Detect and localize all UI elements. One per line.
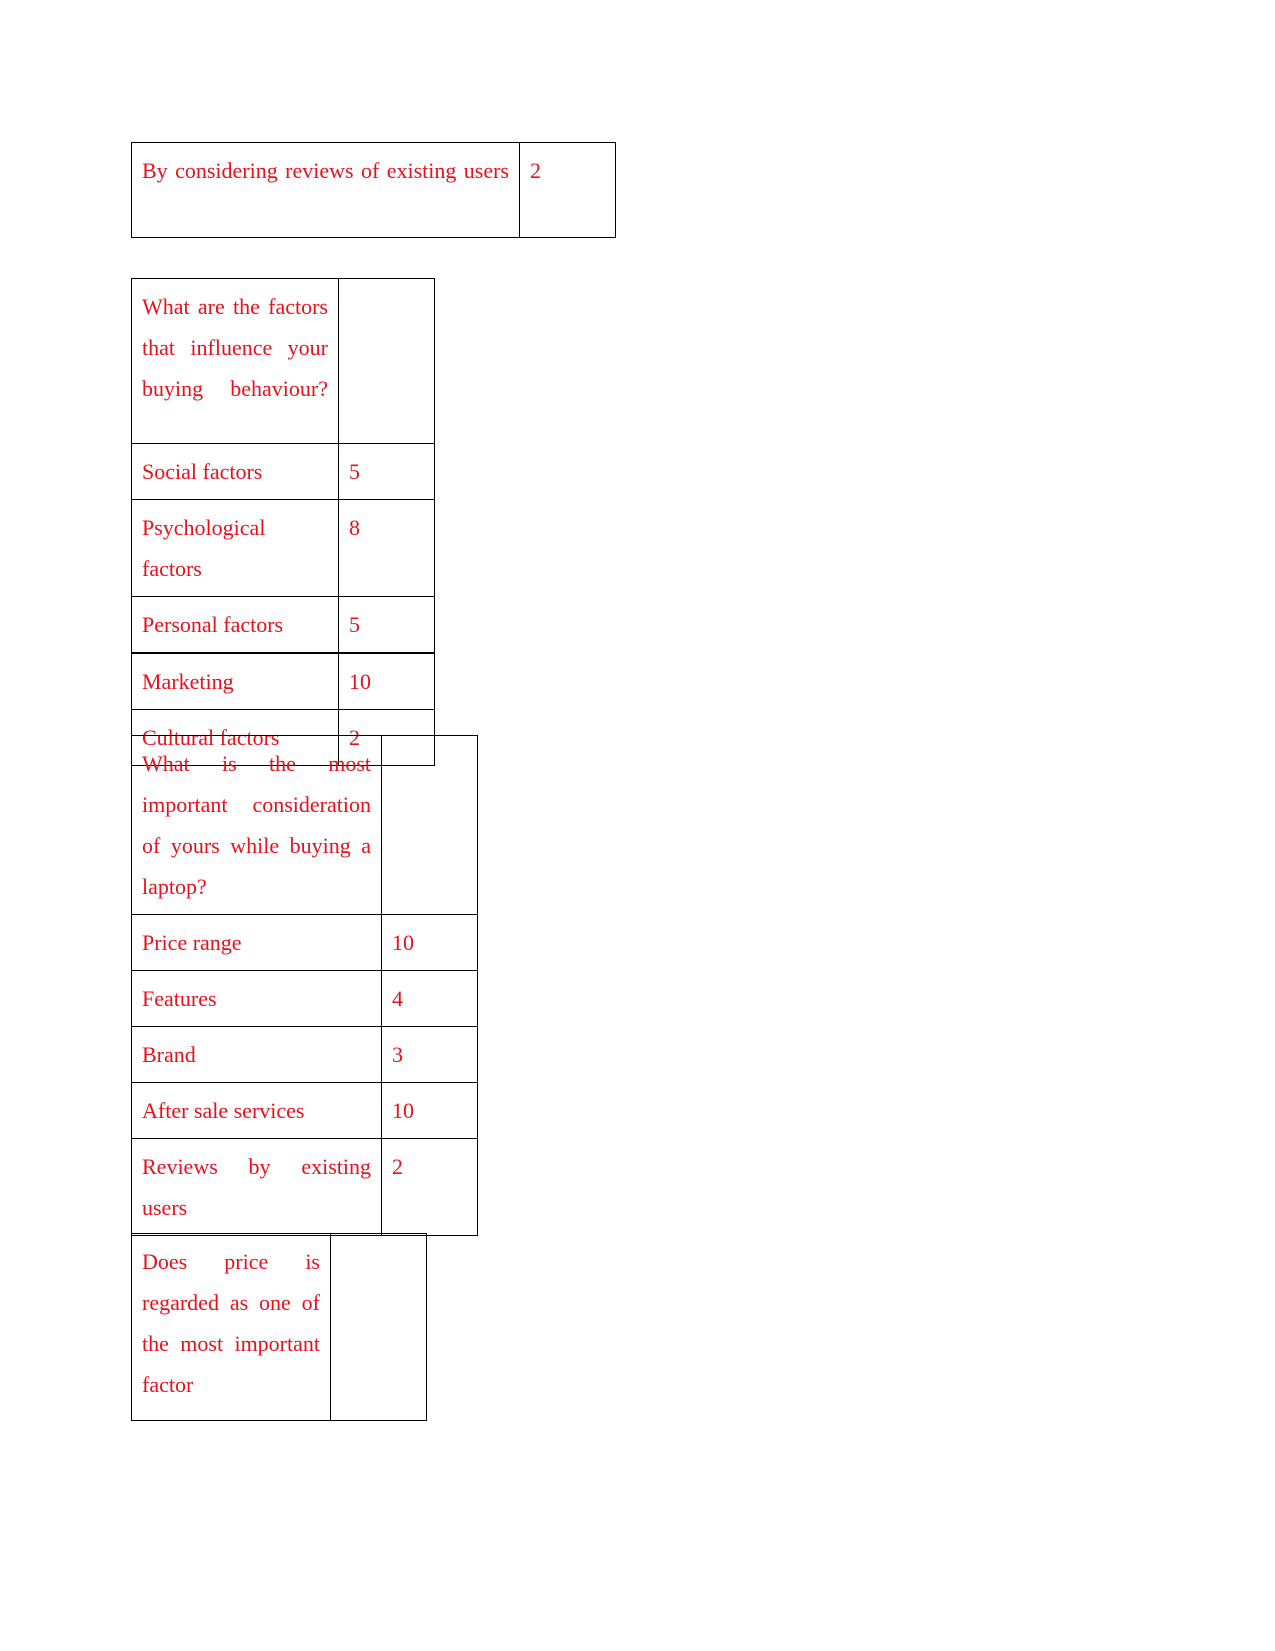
- survey-table-reviews-continuation: By considering reviews of existing users…: [131, 142, 616, 238]
- row-label: Brand: [131, 1026, 382, 1083]
- row-value: 8: [338, 499, 435, 597]
- table-row: Personal factors 5: [131, 596, 435, 654]
- row-value: 5: [338, 443, 435, 500]
- row-label: Personal factors: [131, 596, 339, 654]
- table-row: After sale services 10: [131, 1082, 478, 1139]
- row-label: By considering reviews of existing users: [131, 142, 520, 238]
- row-value: 5: [338, 596, 435, 654]
- table-row: Psychological factors 8: [131, 499, 435, 597]
- table-row: Reviews by existing users 2: [131, 1138, 478, 1236]
- question-text: Does price is regarded as one of the mos…: [131, 1233, 331, 1421]
- row-value: 10: [381, 1082, 478, 1139]
- table-row: Price range 10: [131, 914, 478, 971]
- table-header-row: What are the factors that influence your…: [131, 278, 435, 444]
- question-text: What is the most important consideration…: [131, 735, 382, 915]
- table-row: Marketing 10: [131, 652, 435, 710]
- row-label: Features: [131, 970, 382, 1027]
- row-value: 4: [381, 970, 478, 1027]
- question-value: [338, 278, 435, 444]
- survey-table-laptop-considerations: What is the most important consideration…: [131, 735, 478, 1236]
- survey-table-buying-factors: What are the factors that influence your…: [131, 278, 435, 766]
- table-row: By considering reviews of existing users…: [131, 142, 616, 238]
- row-value: 2: [519, 142, 616, 238]
- row-value: 10: [381, 914, 478, 971]
- row-value: 10: [338, 652, 435, 710]
- question-value: [381, 735, 478, 915]
- survey-table-price-importance: Does price is regarded as one of the mos…: [131, 1233, 427, 1421]
- row-label: Marketing: [131, 652, 339, 710]
- question-value: [330, 1233, 427, 1421]
- row-label: Reviews by existing users: [131, 1138, 382, 1236]
- row-label: Psychological factors: [131, 499, 339, 597]
- row-label: Social factors: [131, 443, 339, 500]
- table-header-row: What is the most important consideration…: [131, 735, 478, 915]
- row-value: 3: [381, 1026, 478, 1083]
- table-header-row: Does price is regarded as one of the mos…: [131, 1233, 427, 1421]
- table-row: Brand 3: [131, 1026, 478, 1083]
- row-value: 2: [381, 1138, 478, 1236]
- row-label: After sale services: [131, 1082, 382, 1139]
- table-row: Features 4: [131, 970, 478, 1027]
- row-label: Price range: [131, 914, 382, 971]
- table-row: Social factors 5: [131, 443, 435, 500]
- question-text: What are the factors that influence your…: [131, 278, 339, 444]
